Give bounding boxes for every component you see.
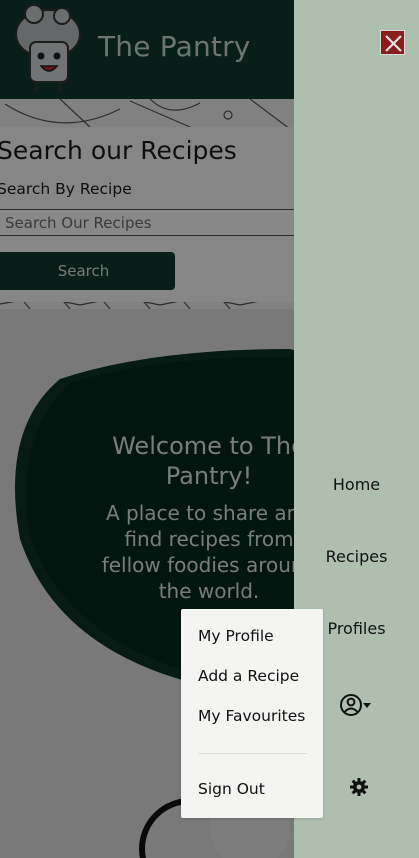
nav-recipes[interactable]: Recipes	[294, 547, 419, 566]
dropdown-my-favourites[interactable]: My Favourites	[198, 707, 305, 725]
user-circle-caret-icon[interactable]	[339, 692, 375, 718]
nav-home[interactable]: Home	[294, 475, 419, 494]
gear-icon[interactable]	[349, 777, 369, 797]
dropdown-my-profile[interactable]: My Profile	[198, 627, 274, 645]
profile-dropdown: My Profile Add a Recipe My Favourites Si…	[181, 609, 323, 818]
dropdown-add-recipe[interactable]: Add a Recipe	[198, 667, 299, 685]
dropdown-divider	[198, 753, 307, 754]
dropdown-sign-out[interactable]: Sign Out	[198, 780, 265, 798]
close-icon	[385, 35, 402, 52]
close-menu-button[interactable]	[380, 30, 405, 55]
